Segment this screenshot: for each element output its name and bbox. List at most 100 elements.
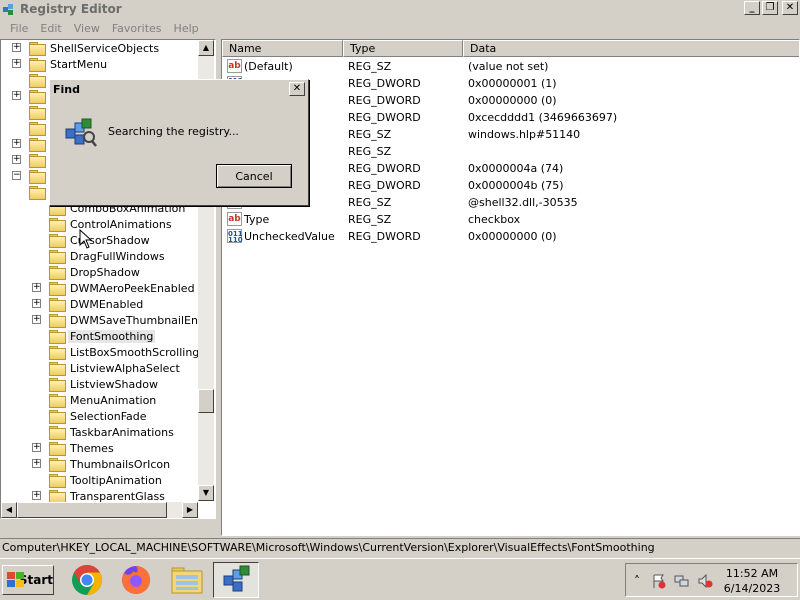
folder-icon — [49, 313, 66, 328]
maximize-button[interactable]: ❐ — [762, 1, 778, 15]
value-type: REG_DWORD — [348, 162, 421, 175]
value-row[interactable]: ab Type REG_SZ checkbox — [222, 211, 799, 228]
folder-icon — [29, 89, 46, 104]
expand-toggle[interactable]: + — [32, 459, 41, 468]
menu-file[interactable]: File — [4, 22, 34, 35]
value-row[interactable]: ab (Default) REG_SZ (value not set) — [222, 58, 799, 75]
tree-item[interactable]: MenuAnimation — [49, 392, 158, 408]
tree-item[interactable]: + StartMenu — [12, 56, 109, 72]
folder-icon — [49, 489, 66, 504]
scroll-left-button[interactable]: ◀ — [1, 502, 17, 518]
tree-item[interactable]: TooltipAnimation — [49, 472, 164, 488]
tree-item[interactable]: ControlAnimations — [49, 216, 174, 232]
expand-toggle[interactable]: + — [32, 299, 41, 308]
firefox-taskbar-button[interactable] — [113, 562, 159, 598]
value-data: 0x00000001 (1) — [468, 77, 557, 90]
folder-icon — [49, 377, 66, 392]
show-hidden-icons-button[interactable]: ˄ — [629, 573, 645, 589]
folder-icon — [29, 153, 46, 168]
dialog-close-button[interactable]: ✕ — [289, 82, 305, 96]
menu-view[interactable]: View — [68, 22, 106, 35]
scroll-thumb[interactable] — [198, 389, 214, 413]
value-data: windows.hlp#51140 — [468, 128, 581, 141]
chrome-taskbar-button[interactable] — [64, 562, 110, 598]
tree-item[interactable]: DropShadow — [49, 264, 142, 280]
tree-item[interactable]: ListBoxSmoothScrolling — [49, 344, 201, 360]
horizontal-scroll-thumb[interactable] — [17, 502, 167, 518]
close-button[interactable]: ✕ — [782, 1, 798, 15]
folder-icon — [29, 41, 46, 56]
tree-item[interactable]: ListviewShadow — [49, 376, 160, 392]
column-header-type[interactable]: Type — [343, 40, 463, 57]
folder-icon — [29, 105, 46, 120]
action-center-flag-icon[interactable] — [651, 573, 667, 589]
menu-edit[interactable]: Edit — [34, 22, 67, 35]
tree-item[interactable]: + DWMEnabled — [32, 296, 145, 312]
start-button[interactable]: Start — [2, 565, 54, 595]
expand-toggle[interactable]: + — [32, 315, 41, 324]
column-header-name[interactable]: Name — [222, 40, 343, 57]
folder-icon — [49, 425, 66, 440]
expand-toggle[interactable]: + — [12, 139, 21, 148]
folder-icon — [49, 329, 66, 344]
tree-item-label: MenuAnimation — [70, 393, 157, 407]
tree-item[interactable]: ListviewAlphaSelect — [49, 360, 182, 376]
expand-toggle[interactable]: + — [32, 491, 41, 500]
scroll-down-button[interactable]: ▼ — [198, 485, 214, 501]
tree-item-label: ListviewShadow — [70, 377, 158, 391]
value-type: REG_SZ — [348, 145, 392, 158]
dword-value-icon: 011 110 — [227, 229, 243, 244]
scroll-right-button[interactable]: ▶ — [182, 502, 198, 518]
collapse-toggle[interactable]: − — [12, 171, 21, 180]
find-dialog: Find ✕ Searching the registry... Cancel — [49, 79, 309, 206]
value-type: REG_DWORD — [348, 94, 421, 107]
registry-editor-taskbar-button[interactable] — [213, 562, 259, 598]
value-name: Type — [244, 213, 270, 226]
tree-item-label: TransparentGlass — [70, 489, 165, 503]
tree-item[interactable]: + DWMSaveThumbnailEnabled — [32, 312, 216, 328]
tree-item-label: TooltipAnimation — [70, 473, 162, 487]
tree-item[interactable]: + Themes — [32, 440, 116, 456]
menu-help[interactable]: Help — [168, 22, 205, 35]
folder-icon — [49, 281, 66, 296]
tree-item[interactable]: + ShellServiceObjects — [12, 40, 161, 56]
tree-item[interactable]: SelectionFade — [49, 408, 149, 424]
expand-toggle[interactable]: + — [12, 59, 21, 68]
expand-toggle[interactable]: + — [12, 155, 21, 164]
menu-bar: File Edit View Favorites Help — [0, 18, 800, 38]
folder-icon — [29, 121, 46, 136]
volume-muted-icon[interactable] — [697, 573, 713, 589]
tree-horizontal-scrollbar[interactable]: ◀ ▶ — [1, 502, 198, 518]
folder-icon — [49, 233, 66, 248]
menu-favorites[interactable]: Favorites — [106, 22, 168, 35]
value-row[interactable]: 011 110 UncheckedValue REG_DWORD 0x00000000… — [222, 228, 799, 245]
scroll-up-button[interactable]: ▲ — [198, 40, 214, 56]
tree-item-label: DragFullWindows — [70, 249, 165, 263]
folder-icon — [49, 457, 66, 472]
folder-icon — [29, 73, 46, 88]
network-icon[interactable] — [674, 573, 690, 589]
expand-toggle[interactable]: + — [12, 91, 21, 100]
tree-item[interactable]: TaskbarAnimations — [49, 424, 176, 440]
clock-date[interactable]: 6/14/2023 — [722, 582, 782, 595]
column-header-data[interactable]: Data — [463, 40, 799, 57]
title-bar: Registry Editor _ ❐ ✕ — [0, 0, 800, 18]
clock-time[interactable]: 11:52 AM — [722, 567, 782, 580]
tree-item[interactable]: CursorShadow — [49, 232, 152, 248]
value-type: REG_DWORD — [348, 179, 421, 192]
tree-item[interactable]: DragFullWindows — [49, 248, 167, 264]
file-explorer-taskbar-button[interactable] — [164, 562, 210, 598]
folder-icon — [49, 441, 66, 456]
folder-icon — [49, 409, 66, 424]
cancel-button[interactable]: Cancel — [216, 164, 292, 188]
expand-toggle[interactable]: + — [12, 43, 21, 52]
tree-item-label: ShellServiceObjects — [50, 41, 160, 55]
tree-item[interactable]: + ThumbnailsOrIcon — [32, 456, 172, 472]
tree-item[interactable]: FontSmoothing — [49, 328, 156, 344]
registry-editor-icon — [3, 4, 13, 15]
tree-item-label: DWMSaveThumbnailEnabled — [70, 313, 216, 327]
expand-toggle[interactable]: + — [32, 443, 41, 452]
minimize-button[interactable]: _ — [744, 1, 760, 15]
tree-item[interactable]: + DWMAeroPeekEnabled — [32, 280, 197, 296]
expand-toggle[interactable]: + — [32, 283, 41, 292]
